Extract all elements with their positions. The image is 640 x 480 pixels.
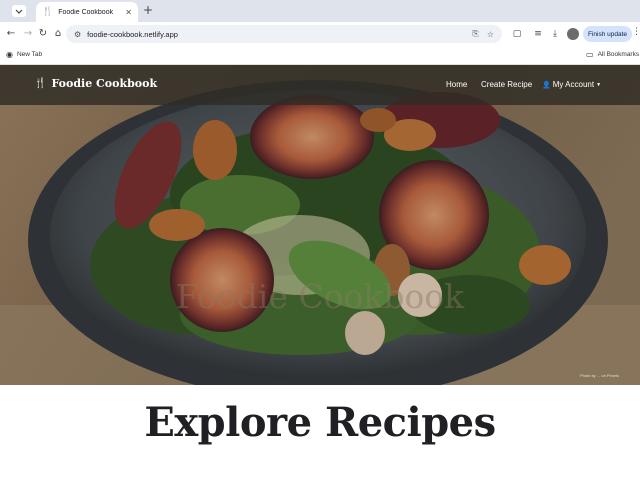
translate-icon[interactable]: ≡ — [531, 27, 545, 41]
hero-food-image — [0, 65, 640, 385]
hero-section: 🍴 Foodie Cookbook Home Create Recipe 👤 My… — [0, 65, 640, 385]
finish-update-button[interactable]: Finish update — [583, 26, 632, 42]
browser-tab[interactable]: 🍴 Foodie Cookbook ✕ — [36, 2, 138, 22]
photo-credit: Photo by ... on Pexels — [580, 373, 619, 378]
forward-arrow-icon[interactable]: → — [20, 26, 36, 42]
close-tab-icon[interactable]: ✕ — [125, 8, 132, 17]
folder-icon: ▭ — [586, 50, 594, 59]
browser-tab-strip: 🍴 Foodie Cookbook ✕ + — [0, 0, 640, 22]
fork-knife-icon: 🍴 — [34, 78, 47, 89]
brand-name: Foodie Cookbook — [51, 77, 158, 90]
user-icon: 👤 — [542, 81, 551, 89]
site-navbar: 🍴 Foodie Cookbook Home Create Recipe 👤 My… — [0, 65, 640, 105]
bookmarks-bar: ◉ New Tab ▭ All Bookmarks — [0, 46, 640, 65]
bookmark-new-tab-label: New Tab — [16, 51, 43, 58]
extensions-icon[interactable]: ▢ — [510, 27, 524, 41]
chevron-down-icon: ▼ — [596, 81, 602, 88]
tab-title: Foodie Cookbook — [58, 8, 114, 16]
bookmark-new-tab[interactable]: ◉ New Tab — [6, 50, 42, 59]
all-bookmarks[interactable]: ▭ All Bookmarks — [586, 50, 639, 59]
hero-heading: Foodie Cookbook — [175, 277, 465, 316]
all-bookmarks-label: All Bookmarks — [597, 51, 640, 58]
new-tab-button[interactable]: + — [143, 3, 153, 17]
address-bar[interactable]: ⚙ foodie-cookbook.netlify.app ⎘ ☆ — [66, 25, 502, 43]
download-icon[interactable]: ⤓ — [548, 27, 562, 41]
nav-create-recipe[interactable]: Create Recipe — [481, 80, 532, 89]
profile-avatar[interactable] — [567, 28, 579, 40]
nav-my-account-label: My Account — [552, 80, 595, 89]
chrome-icon: ◉ — [6, 50, 13, 59]
reload-icon[interactable]: ↻ — [35, 26, 51, 42]
browser-toolbar: ← → ↻ ⌂ ⚙ foodie-cookbook.netlify.app ⎘ … — [0, 22, 640, 46]
section-title: Explore Recipes — [144, 399, 496, 446]
back-arrow-icon[interactable]: ← — [3, 26, 19, 42]
brand-logo[interactable]: 🍴 Foodie Cookbook — [34, 77, 157, 90]
web-page: 🍴 Foodie Cookbook Home Create Recipe 👤 My… — [0, 65, 640, 480]
bookmark-star-icon[interactable]: ☆ — [487, 30, 494, 39]
more-menu-icon[interactable]: ⋮ — [632, 27, 640, 37]
tab-search-icon[interactable] — [12, 5, 26, 17]
install-app-icon[interactable]: ⎘ — [472, 29, 478, 39]
fork-knife-icon: 🍴 — [42, 7, 54, 17]
home-icon[interactable]: ⌂ — [50, 26, 66, 42]
url-text: foodie-cookbook.netlify.app — [87, 29, 178, 39]
nav-my-account[interactable]: 👤 My Account ▼ — [542, 80, 601, 89]
nav-home[interactable]: Home — [446, 80, 467, 89]
site-info-icon[interactable]: ⚙ — [74, 30, 81, 39]
